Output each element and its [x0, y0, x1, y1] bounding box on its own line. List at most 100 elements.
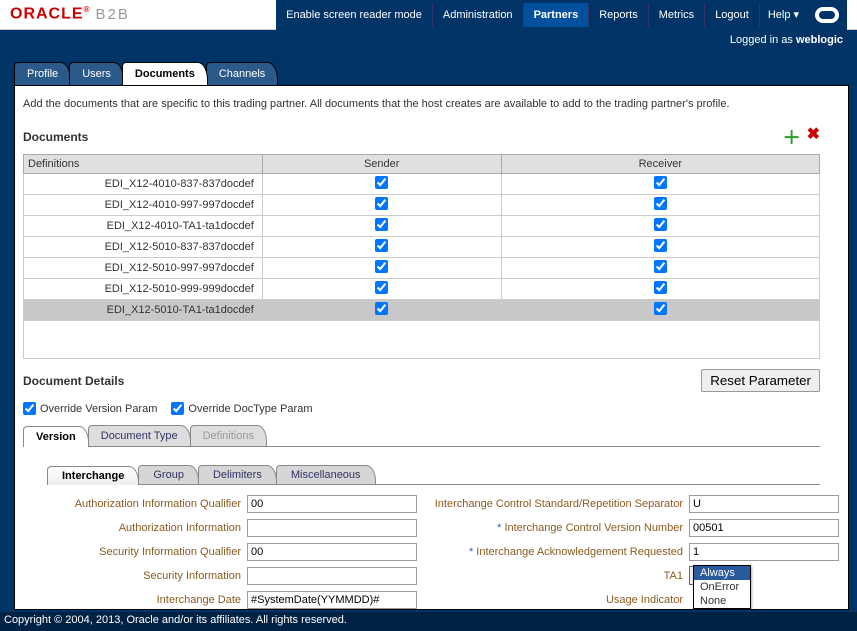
input-interchange-date[interactable]	[247, 591, 417, 609]
label-sec-info-qual: Security Information Qualifier	[47, 546, 247, 558]
checkbox-sender[interactable]	[375, 260, 388, 273]
table-row[interactable]: EDI_X12-5010-TA1-ta1docdef	[24, 300, 820, 321]
checkbox-receiver[interactable]	[654, 281, 667, 294]
cell-definition: EDI_X12-4010-TA1-ta1docdef	[24, 216, 263, 237]
nav-reader-mode[interactable]: Enable screen reader mode	[276, 3, 433, 27]
cell-definition: EDI_X12-5010-999-999docdef	[24, 279, 263, 300]
cell-definition: EDI_X12-4010-997-997docdef	[24, 195, 263, 216]
checkbox-sender[interactable]	[375, 281, 388, 294]
app-header: ORACLE® B2B Enable screen reader mode Ad…	[0, 0, 857, 30]
label-ic-std: Interchange Control Standard/Repetition …	[429, 498, 689, 510]
table-row[interactable]: EDI_X12-4010-TA1-ta1docdef	[24, 216, 820, 237]
dropdown-option[interactable]: OnError	[694, 580, 750, 594]
table-row[interactable]: EDI_X12-4010-997-997docdef	[24, 195, 820, 216]
input-sec-info-qual[interactable]	[247, 543, 417, 561]
col-definitions: Definitions	[24, 155, 263, 174]
checkbox-receiver[interactable]	[654, 302, 667, 315]
override-version-checkbox[interactable]	[23, 402, 36, 415]
label-auth-info-qual: Authorization Information Qualifier	[47, 498, 247, 510]
tab-channels[interactable]: Channels	[206, 62, 278, 85]
detail-tabs: Version Document Type Definitions	[23, 425, 820, 447]
checkbox-sender[interactable]	[375, 218, 388, 231]
checkbox-sender[interactable]	[375, 197, 388, 210]
header-nav: Enable screen reader mode Administration…	[276, 0, 847, 30]
dropdown-option[interactable]: Always	[694, 566, 750, 580]
cell-definition: EDI_X12-5010-TA1-ta1docdef	[24, 300, 263, 321]
tab-profile[interactable]: Profile	[14, 62, 71, 85]
main-area: Profile Users Documents Channels Add the…	[0, 50, 857, 612]
override-version-param[interactable]: Override Version Param	[23, 402, 157, 415]
checkbox-sender[interactable]	[375, 302, 388, 315]
label-ic-ack: * Interchange Acknowledgement Requested	[429, 546, 689, 558]
cell-sender	[262, 279, 501, 300]
tab-documents[interactable]: Documents	[122, 62, 208, 85]
checkbox-receiver[interactable]	[654, 218, 667, 231]
checkbox-receiver[interactable]	[654, 176, 667, 189]
delete-document-icon[interactable]: ✖	[807, 124, 820, 150]
footer-copyright: Copyright © 2004, 2013, Oracle and/or it…	[0, 612, 857, 628]
brand-logo: ORACLE®	[10, 5, 90, 23]
dropdown-option[interactable]: None	[694, 594, 750, 608]
label-ta1: TA1	[429, 570, 689, 582]
tab-definitions[interactable]: Definitions	[190, 425, 267, 446]
tab-miscellaneous[interactable]: Miscellaneous	[276, 465, 376, 484]
table-row[interactable]: EDI_X12-5010-997-997docdef	[24, 258, 820, 279]
nav-metrics[interactable]: Metrics	[649, 3, 705, 27]
input-ic-ack[interactable]	[689, 543, 839, 561]
checkbox-sender[interactable]	[375, 176, 388, 189]
tab-group[interactable]: Group	[138, 465, 199, 484]
checkbox-receiver[interactable]	[654, 197, 667, 210]
cell-sender	[262, 237, 501, 258]
input-sec-info[interactable]	[247, 567, 417, 585]
table-row[interactable]: EDI_X12-5010-999-999docdef	[24, 279, 820, 300]
tab-interchange[interactable]: Interchange	[47, 466, 139, 485]
tab-users[interactable]: Users	[69, 62, 124, 85]
cell-sender	[262, 300, 501, 321]
nav-help[interactable]: Help▾	[760, 2, 807, 27]
documents-table: Definitions Sender Receiver EDI_X12-4010…	[23, 154, 820, 359]
login-status: Logged in as weblogic	[0, 30, 857, 50]
cell-receiver	[501, 279, 819, 300]
oracle-o-icon	[815, 7, 839, 23]
ta1-dropdown-popup[interactable]: AlwaysOnErrorNone	[693, 565, 751, 609]
label-ic-ver: * Interchange Control Version Number	[429, 522, 689, 534]
nav-partners[interactable]: Partners	[524, 3, 590, 27]
cell-definition: EDI_X12-5010-997-997docdef	[24, 258, 263, 279]
label-usage-indicator: Usage Indicator	[429, 594, 689, 606]
cell-receiver	[501, 216, 819, 237]
cell-sender	[262, 216, 501, 237]
input-auth-info[interactable]	[247, 519, 417, 537]
add-document-icon[interactable]: ＋	[783, 124, 801, 150]
cell-receiver	[501, 300, 819, 321]
reset-parameter-button[interactable]: Reset Parameter	[701, 369, 820, 392]
label-auth-info: Authorization Information	[47, 522, 247, 534]
cell-receiver	[501, 258, 819, 279]
nav-administration[interactable]: Administration	[433, 3, 524, 27]
table-row[interactable]: EDI_X12-5010-837-837docdef	[24, 237, 820, 258]
col-receiver: Receiver	[501, 155, 819, 174]
checkbox-receiver[interactable]	[654, 260, 667, 273]
documents-title-row: Documents ＋ ✖	[23, 124, 820, 150]
documents-title: Documents	[23, 130, 88, 144]
tab-delimiters[interactable]: Delimiters	[198, 465, 277, 484]
override-doctype-checkbox[interactable]	[171, 402, 184, 415]
checkbox-sender[interactable]	[375, 239, 388, 252]
tab-version[interactable]: Version	[23, 426, 89, 447]
cell-receiver	[501, 237, 819, 258]
tab-document-type[interactable]: Document Type	[88, 425, 191, 446]
cell-receiver	[501, 195, 819, 216]
table-row[interactable]: EDI_X12-4010-837-837docdef	[24, 174, 820, 195]
nav-logout[interactable]: Logout	[705, 3, 760, 27]
cell-receiver	[501, 174, 819, 195]
version-subtabs: Interchange Group Delimiters Miscellaneo…	[47, 465, 820, 485]
checkbox-receiver[interactable]	[654, 239, 667, 252]
input-ic-ver[interactable]	[689, 519, 839, 537]
brand-sub: B2B	[95, 6, 129, 23]
cell-sender	[262, 174, 501, 195]
content-panel: Add the documents that are specific to t…	[14, 85, 849, 610]
input-auth-info-qual[interactable]	[247, 495, 417, 513]
input-ic-std[interactable]	[689, 495, 839, 513]
nav-reports[interactable]: Reports	[589, 3, 649, 27]
chevron-down-icon: ▾	[793, 8, 799, 21]
override-doctype-param[interactable]: Override DocType Param	[171, 402, 312, 415]
